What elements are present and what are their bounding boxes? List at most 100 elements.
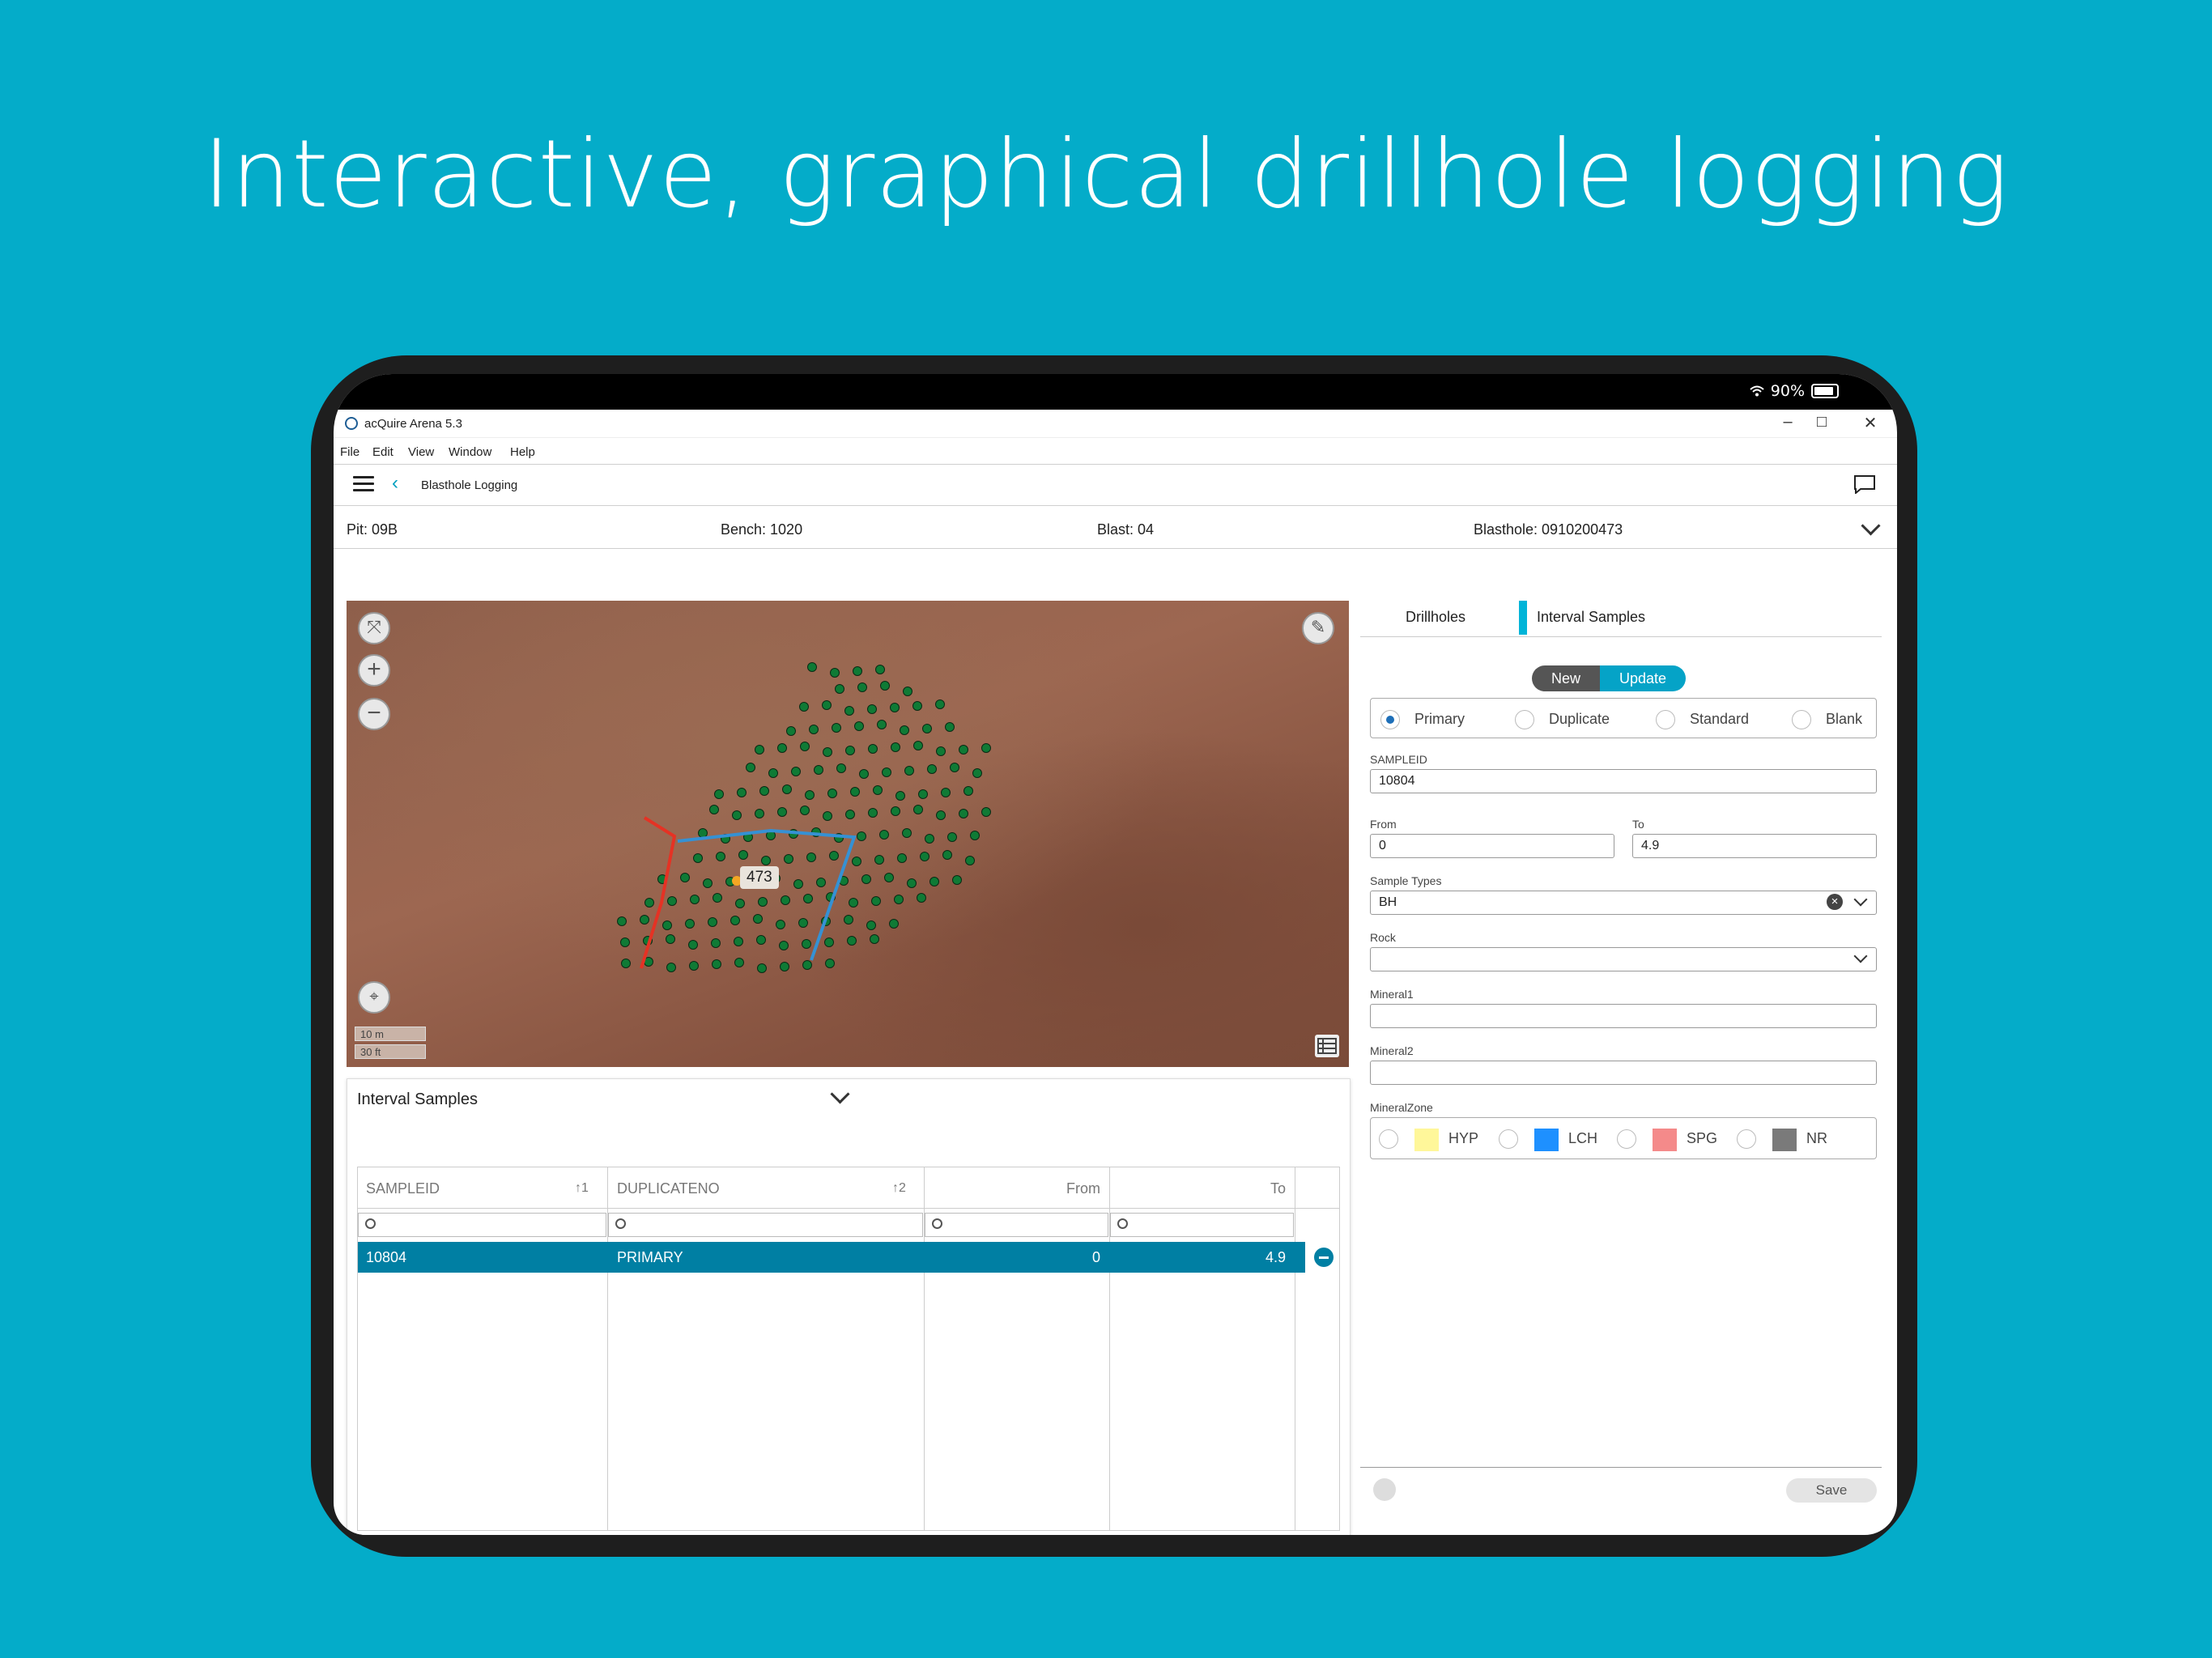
drillhole-marker[interactable] xyxy=(854,721,864,731)
sampleid-field[interactable]: 10804 xyxy=(1370,769,1877,793)
drillhole-marker[interactable] xyxy=(758,897,768,907)
radio-primary[interactable] xyxy=(1380,710,1400,729)
drillhole-marker[interactable] xyxy=(802,960,812,970)
radio-duplicate[interactable] xyxy=(1515,710,1534,729)
drillhole-marker[interactable] xyxy=(798,918,808,928)
drillhole-marker[interactable] xyxy=(959,745,968,755)
drillhole-marker[interactable] xyxy=(666,934,675,944)
drillhole-marker[interactable] xyxy=(947,832,957,842)
drillhole-marker[interactable] xyxy=(805,790,815,800)
drillhole-marker[interactable] xyxy=(866,920,876,930)
drillhole-marker[interactable] xyxy=(927,764,937,774)
drillhole-marker[interactable] xyxy=(809,725,819,734)
chevron-down-icon[interactable] xyxy=(830,1084,850,1104)
tab-drillholes[interactable]: Drillholes xyxy=(1406,609,1465,626)
drillhole-marker[interactable] xyxy=(832,723,841,733)
drillhole-marker[interactable] xyxy=(952,875,962,885)
drillhole-marker[interactable] xyxy=(882,767,891,777)
table-row[interactable]: 10804 PRIMARY 0 4.9 xyxy=(358,1242,1305,1273)
mineral1-field[interactable] xyxy=(1370,1004,1877,1028)
drillhole-marker[interactable] xyxy=(902,828,912,838)
maximize-button[interactable]: □ xyxy=(1810,413,1834,432)
drillhole-marker[interactable] xyxy=(873,785,883,795)
clear-icon[interactable]: × xyxy=(1827,894,1843,910)
drillhole-marker[interactable] xyxy=(640,915,649,925)
drillhole-marker[interactable] xyxy=(793,879,803,889)
drillhole-marker[interactable] xyxy=(942,850,952,860)
drillhole-marker[interactable] xyxy=(912,701,922,711)
drillhole-marker[interactable] xyxy=(867,704,877,714)
drillhole-marker[interactable] xyxy=(753,914,763,924)
column-header-from[interactable]: From xyxy=(924,1167,1100,1208)
drillhole-marker[interactable] xyxy=(791,767,801,776)
drillhole-marker[interactable] xyxy=(895,791,905,801)
drillhole-marker[interactable] xyxy=(823,811,832,821)
drillhole-marker[interactable] xyxy=(965,856,975,865)
column-header-sampleid[interactable]: SAMPLEID xyxy=(366,1167,440,1208)
drillhole-marker[interactable] xyxy=(845,810,855,819)
menu-window[interactable]: Window xyxy=(449,445,491,459)
to-field[interactable]: 4.9 xyxy=(1632,834,1877,858)
drillhole-marker[interactable] xyxy=(688,940,698,950)
drillhole-marker[interactable] xyxy=(874,855,884,865)
drillhole-marker[interactable] xyxy=(870,934,879,944)
drillhole-marker[interactable] xyxy=(777,743,787,753)
drillhole-marker[interactable] xyxy=(711,938,721,948)
drillhole-marker[interactable] xyxy=(853,666,862,676)
drillhole-marker[interactable] xyxy=(746,763,755,772)
drillhole-marker[interactable] xyxy=(800,742,810,751)
drillhole-marker[interactable] xyxy=(735,899,745,908)
drillhole-marker[interactable] xyxy=(816,878,826,887)
drillhole-marker[interactable] xyxy=(897,853,907,863)
drillhole-marker[interactable] xyxy=(803,894,813,903)
radio-blank[interactable] xyxy=(1792,710,1811,729)
drillhole-marker[interactable] xyxy=(680,873,690,882)
drillhole-layer[interactable] xyxy=(347,601,1349,1067)
drillhole-marker[interactable] xyxy=(925,834,934,844)
close-button[interactable]: ✕ xyxy=(1858,413,1882,433)
drillhole-marker[interactable] xyxy=(981,743,991,753)
drillhole-marker[interactable] xyxy=(913,805,923,814)
drillhole-marker[interactable] xyxy=(708,917,717,927)
drillhole-marker[interactable] xyxy=(685,919,695,929)
drillhole-marker[interactable] xyxy=(849,898,858,908)
drillhole-marker[interactable] xyxy=(875,665,885,674)
drillhole-marker[interactable] xyxy=(861,874,871,884)
location-pin-icon[interactable]: ⌖ xyxy=(358,981,390,1014)
drillhole-marker[interactable] xyxy=(941,788,951,797)
drillhole-marker[interactable] xyxy=(690,895,700,904)
drillhole-marker[interactable] xyxy=(759,786,769,796)
drillhole-marker[interactable] xyxy=(689,961,699,971)
drillhole-marker[interactable] xyxy=(830,668,840,678)
drillhole-marker[interactable] xyxy=(755,809,764,818)
drillhole-marker[interactable] xyxy=(666,963,676,972)
drillhole-marker[interactable] xyxy=(716,852,725,861)
drillhole-marker[interactable] xyxy=(868,808,878,818)
mineral2-field[interactable] xyxy=(1370,1061,1877,1085)
drillhole-marker[interactable] xyxy=(737,788,747,797)
drillhole-marker[interactable] xyxy=(620,937,630,947)
drillhole-marker[interactable] xyxy=(868,744,878,754)
drillhole-marker[interactable] xyxy=(836,763,846,773)
drillhole-marker[interactable] xyxy=(768,768,778,778)
radio-zone-spg[interactable] xyxy=(1617,1129,1636,1149)
drillhole-marker[interactable] xyxy=(929,877,939,886)
radio-zone-hyp[interactable] xyxy=(1379,1129,1398,1149)
drillhole-marker[interactable] xyxy=(950,763,959,772)
drillhole-marker[interactable] xyxy=(662,920,672,930)
drillhole-marker[interactable] xyxy=(890,703,900,712)
drillhole-marker[interactable] xyxy=(667,896,677,906)
undo-icon[interactable] xyxy=(1373,1478,1396,1501)
drillhole-marker[interactable] xyxy=(844,915,853,925)
drillhole-marker[interactable] xyxy=(782,784,792,794)
drillhole-marker[interactable] xyxy=(845,746,855,755)
drillhole-marker[interactable] xyxy=(734,937,743,946)
radio-standard[interactable] xyxy=(1656,710,1675,729)
menu-view[interactable]: View xyxy=(408,445,434,459)
drillhole-marker[interactable] xyxy=(835,684,844,694)
drillhole-marker[interactable] xyxy=(857,682,867,692)
zoom-in-icon[interactable]: + xyxy=(358,654,390,687)
drillhole-marker[interactable] xyxy=(713,893,722,903)
drillhole-marker[interactable] xyxy=(859,769,869,779)
drillhole-marker[interactable] xyxy=(780,962,789,971)
